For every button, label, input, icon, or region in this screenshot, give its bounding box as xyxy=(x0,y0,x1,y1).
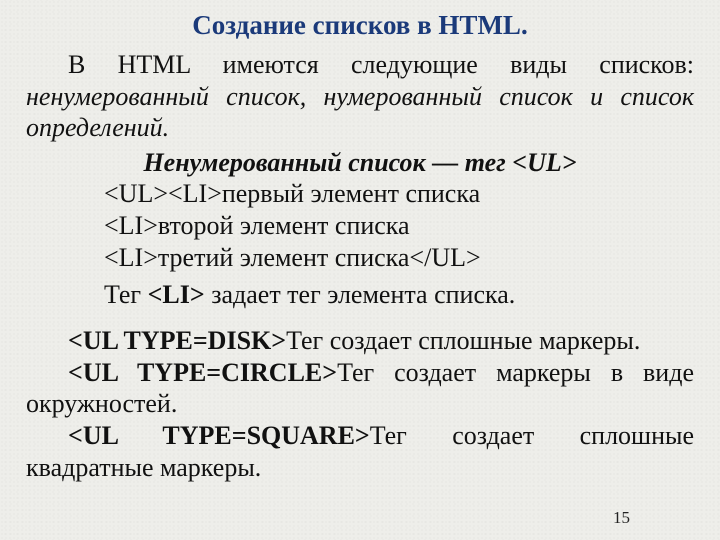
code-line: <UL><LI>первый элемент списка xyxy=(104,178,694,210)
code-line: <LI>второй элемент списка xyxy=(104,210,694,242)
page-number: 15 xyxy=(613,508,630,528)
intro-paragraph: В HTML имеются следующие виды списков: н… xyxy=(26,49,694,144)
code-line: <LI>третий элемент списка</UL> xyxy=(104,242,694,274)
type-square-line: <UL TYPE=SQUARE>Тег создает сплошные ква… xyxy=(26,420,694,483)
unordered-code-block: <UL><LI>первый элемент списка <LI>второй… xyxy=(26,178,694,311)
square-tag: <UL TYPE=SQUARE> xyxy=(68,421,370,450)
li-tag: <LI> xyxy=(148,280,205,309)
page-title: Создание списков в HTML. xyxy=(26,10,694,41)
li-desc-post: задает тег элемента списка. xyxy=(205,280,516,309)
disk-desc: Тег создает сплошные маркеры. xyxy=(286,326,640,355)
type-circle-line: <UL TYPE=CIRCLE>Тег создает маркеры в ви… xyxy=(26,357,694,420)
unordered-heading: Ненумерованный список — тег <UL> xyxy=(26,148,694,178)
intro-lead: В HTML имеются следующие виды списков: xyxy=(68,50,694,79)
li-desc-pre: Тег xyxy=(104,280,148,309)
intro-types: ненумерованный список, нумерованный спис… xyxy=(26,82,694,143)
circle-tag: <UL TYPE=CIRCLE> xyxy=(68,358,337,387)
type-disk-line: <UL TYPE=DISK>Тег создает сплошные марке… xyxy=(26,325,694,357)
disk-tag: <UL TYPE=DISK> xyxy=(68,326,286,355)
li-description: Тег <LI> задает тег элемента списка. xyxy=(104,279,694,311)
